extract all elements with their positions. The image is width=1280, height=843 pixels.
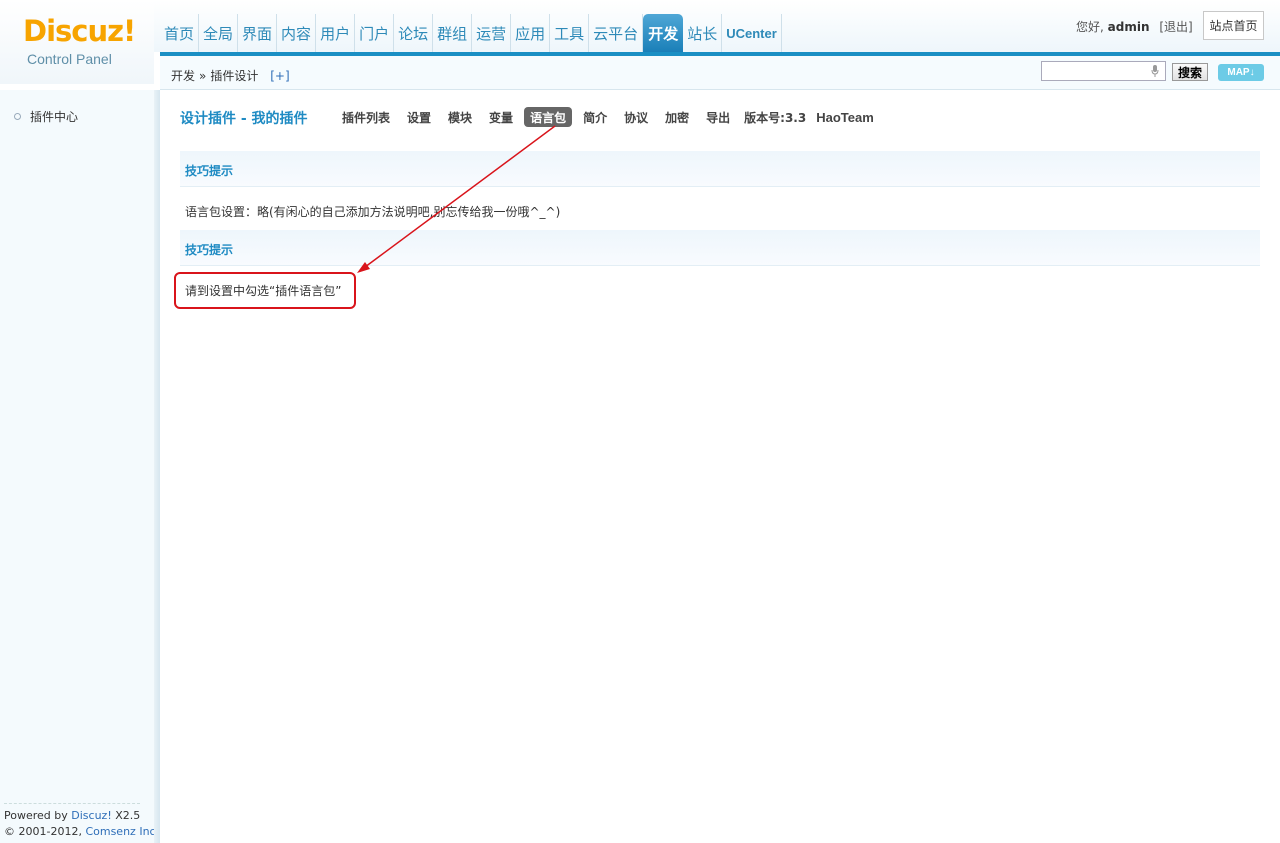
main-content: 设计插件 - 我的插件 插件列表 设置 模块 变量 语言包 简介 协议 加密 导… — [160, 90, 1280, 843]
nav-home[interactable]: 首页 — [160, 14, 200, 52]
nav-founder[interactable]: 站长 — [683, 14, 723, 52]
nav-content[interactable]: 内容 — [277, 14, 317, 52]
top-nav: 首页 全局 界面 内容 用户 门户 论坛 群组 运营 应用 工具 云平台 开发 … — [160, 14, 782, 52]
microphone-icon[interactable] — [1151, 65, 1159, 77]
nav-group[interactable]: 群组 — [433, 14, 473, 52]
nav-user[interactable]: 用户 — [316, 14, 356, 52]
breadcrumb-separator: » — [199, 69, 207, 83]
tab-encrypt[interactable]: 加密 — [659, 107, 695, 127]
tab-intro[interactable]: 简介 — [577, 107, 613, 127]
username: admin — [1107, 20, 1150, 34]
tips-heading: 技巧提示 — [185, 164, 234, 178]
nav-forum[interactable]: 论坛 — [394, 14, 434, 52]
version-label: 版本号:3.3 — [744, 110, 807, 125]
tab-export[interactable]: 导出 — [700, 107, 736, 127]
discuz-logo: Discuz! — [23, 14, 136, 48]
footer: Powered by Discuz! X2.5 © 2001-2012, Com… — [4, 808, 159, 840]
logo-area: Discuz! Control Panel — [0, 0, 154, 84]
tab-language-pack[interactable]: 语言包 — [524, 107, 573, 127]
plugin-tabs: 插件列表 设置 模块 变量 语言包 简介 协议 加密 导出 版本号:3.3 Ha… — [336, 107, 874, 127]
footer-version: X2.5 — [115, 809, 141, 822]
tab-variables[interactable]: 变量 — [483, 107, 519, 127]
map-button-label: MAP — [1227, 67, 1250, 78]
breadcrumb-item-dev[interactable]: 开发 — [171, 69, 195, 83]
search-button[interactable]: 搜索 — [1172, 63, 1208, 81]
logo-subtitle: Control Panel — [27, 51, 112, 67]
page-title: 设计插件 - 我的插件 — [180, 111, 308, 127]
nav-extended[interactable]: 运营 — [472, 14, 512, 52]
discuz-link[interactable]: Discuz! — [71, 809, 111, 822]
nav-ucenter[interactable]: UCenter — [722, 14, 782, 52]
tips-header: 技巧提示 — [180, 151, 1260, 187]
tab-license[interactable]: 协议 — [618, 107, 654, 127]
powered-by-text: Powered by — [4, 809, 68, 822]
tab-modules[interactable]: 模块 — [442, 107, 478, 127]
site-home-button[interactable]: 站点首页 — [1203, 11, 1264, 40]
add-to-nav-link[interactable]: [+] — [270, 69, 289, 83]
sidebar-item-plugin-center[interactable]: 插件中心 — [14, 108, 78, 125]
map-button[interactable]: MAP ↓ — [1218, 64, 1264, 81]
tab-plugin-list[interactable]: 插件列表 — [336, 107, 396, 127]
nav-portal[interactable]: 门户 — [355, 14, 395, 52]
nav-tools[interactable]: 工具 — [550, 14, 590, 52]
footer-divider — [4, 803, 140, 804]
sidebar: 插件中心 Powered by Discuz! X2.5 © 2001-2012… — [0, 90, 159, 843]
breadcrumb: 开发 » 插件设计 [+] — [171, 67, 290, 84]
tips-text: 语言包设置：略(有闲心的自己添加方法说明吧,别忘传给我一份哦^_^) — [185, 205, 561, 219]
nav-dev[interactable]: 开发 — [643, 14, 684, 52]
annotation-highlight-box — [174, 272, 356, 309]
arrow-down-icon: ↓ — [1249, 67, 1255, 78]
user-bar: 您好, admin [退出] — [1076, 18, 1193, 35]
comsenz-link[interactable]: Comsenz Inc. — [85, 825, 159, 838]
breadcrumb-item-plugin-design[interactable]: 插件设计 — [210, 69, 258, 83]
nav-plugin[interactable]: 应用 — [511, 14, 551, 52]
sidebar-item-label: 插件中心 — [30, 110, 79, 124]
tips-heading: 技巧提示 — [185, 243, 234, 257]
breadcrumb-bar: 开发 » 插件设计 [+] 搜索 MAP ↓ — [160, 56, 1280, 90]
circle-bullet-icon — [14, 113, 21, 120]
nav-cloud[interactable]: 云平台 — [589, 14, 644, 52]
team-label: HaoTeam — [816, 109, 874, 125]
copyright-text: © 2001-2012, — [4, 825, 82, 838]
nav-global[interactable]: 全局 — [199, 14, 239, 52]
nav-style[interactable]: 界面 — [238, 14, 278, 52]
tab-settings[interactable]: 设置 — [401, 107, 437, 127]
greeting: 您好, — [1076, 20, 1104, 34]
logout-link[interactable]: [退出] — [1159, 20, 1192, 34]
tips-header: 技巧提示 — [180, 230, 1260, 266]
search-input[interactable] — [1041, 61, 1166, 81]
